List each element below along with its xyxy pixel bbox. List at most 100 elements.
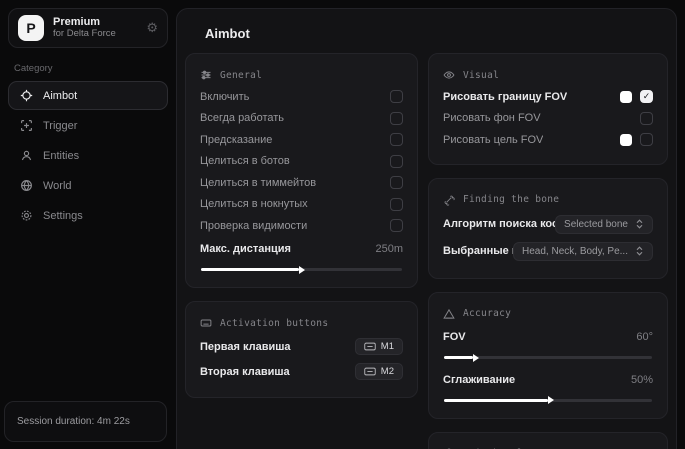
panel-title: Accuracy <box>463 308 511 319</box>
keyboard-icon <box>364 342 376 351</box>
slider-fill[interactable] <box>201 268 299 271</box>
checkbox[interactable] <box>390 198 403 211</box>
up-down-arrows-icon <box>635 219 644 229</box>
first-key-button[interactable]: M1 <box>355 338 403 355</box>
bone-icon <box>443 194 455 206</box>
sidebar-item-label: Entities <box>43 150 79 162</box>
page-title: Aimbot <box>205 26 648 41</box>
panel-bone-header: Finding the bone <box>443 188 653 211</box>
setting-row-target-bots: Целиться в ботов <box>200 151 403 173</box>
setting-row-visibility-check: Проверка видимости <box>200 215 403 237</box>
panel-activation-buttons: Activation buttons Первая клавиша M1 Вто… <box>185 301 418 398</box>
slider-label-row: Макс. дистанция 250m <box>200 239 403 261</box>
globe-icon <box>19 179 33 193</box>
panel-title: Activation buttons <box>220 318 328 329</box>
gear-icon[interactable]: ⚙ <box>146 20 158 36</box>
bone-algorithm-row: Алгоритм поиска кост Selected bone <box>443 211 653 238</box>
panel-accuracy: Accuracy FOV 60° Сглаживание 50% <box>428 292 668 419</box>
panel-finding-bone: Finding the bone Алгоритм поиска кост Se… <box>428 178 668 279</box>
entities-icon <box>19 149 33 163</box>
color-swatch[interactable] <box>620 91 632 103</box>
sidebar-item-entities[interactable]: Entities <box>8 141 168 170</box>
second-key-button[interactable]: M2 <box>355 363 403 380</box>
panel-title: General <box>220 70 262 81</box>
checkbox[interactable] <box>390 112 403 125</box>
smoothing-slider[interactable] <box>444 399 652 402</box>
second-key-row: Вторая клавиша M2 <box>200 359 403 384</box>
checkbox[interactable] <box>390 155 403 168</box>
up-down-arrows-icon <box>635 246 644 256</box>
keyboard-icon <box>200 317 212 329</box>
sidebar-item-trigger[interactable]: Trigger <box>8 111 168 140</box>
slider-fill[interactable] <box>444 399 548 402</box>
setting-row-enable: Включить <box>200 86 403 108</box>
panel-activation-header: Activation buttons <box>200 311 403 334</box>
max-distance-slider[interactable] <box>201 268 402 271</box>
slider-value: 50% <box>631 374 653 386</box>
sidebar-item-label: Aimbot <box>43 90 77 102</box>
eye-icon <box>443 69 455 81</box>
selected-bones-select[interactable]: Head, Neck, Body, Pe... <box>513 242 653 261</box>
sidebar-item-label: Settings <box>43 210 83 222</box>
left-column: General Включить Всегда работать Предска… <box>185 53 418 398</box>
sidebar: P Premium for Delta Force ⚙ Category Aim… <box>0 0 176 449</box>
session-duration: Session duration: 4m 22s <box>17 416 130 427</box>
panel-switch-delay: Switch Delay Задержка переключения Задер… <box>428 432 668 449</box>
session-card: Session duration: 4m 22s <box>4 401 167 442</box>
brand-text: Premium for Delta Force <box>53 16 116 40</box>
panel-switch-delay-header: Switch Delay <box>443 442 653 449</box>
crosshair-icon <box>19 89 33 103</box>
setting-row-target-teammates: Целиться в тиммейтов <box>200 172 403 194</box>
panel-visual: Visual Рисовать границу FOV Рисовать фон… <box>428 53 668 165</box>
panel-title: Visual <box>463 70 499 81</box>
panel-title: Finding the bone <box>463 194 559 205</box>
gear-icon <box>19 209 33 223</box>
checkbox[interactable] <box>390 219 403 232</box>
checkbox[interactable] <box>390 176 403 189</box>
sidebar-item-world[interactable]: World <box>8 171 168 200</box>
checkbox[interactable] <box>390 133 403 146</box>
slider-value: 250m <box>375 243 403 255</box>
slider-value: 60° <box>636 331 653 343</box>
checkbox[interactable] <box>640 90 653 103</box>
brand-logo: P <box>18 15 44 41</box>
sidebar-item-label: World <box>43 180 72 192</box>
setting-row-always-work: Всегда работать <box>200 108 403 130</box>
sidebar-item-settings[interactable]: Settings <box>8 201 168 230</box>
slider-fill[interactable] <box>444 356 473 359</box>
setting-row-prediction: Предсказание <box>200 129 403 151</box>
draw-fov-border-row: Рисовать границу FOV <box>443 86 653 108</box>
sliders-icon <box>200 69 212 81</box>
keyboard-icon <box>364 367 376 376</box>
draw-fov-target-row: Рисовать цель FOV <box>443 129 653 151</box>
panel-accuracy-header: Accuracy <box>443 302 653 325</box>
category-label: Category <box>14 63 162 74</box>
triangle-icon <box>443 308 455 320</box>
bone-algorithm-select[interactable]: Selected bone <box>555 215 653 234</box>
checkbox[interactable] <box>640 133 653 146</box>
panel-general-header: General <box>200 63 403 86</box>
smoothing-slider-block: Сглаживание 50% <box>443 369 653 402</box>
sidebar-nav: Aimbot Trigger Entities World Settings <box>8 81 168 230</box>
max-distance-slider-block: Макс. дистанция 250m <box>200 239 403 272</box>
brand-card: P Premium for Delta Force ⚙ <box>8 8 168 48</box>
panel-general: General Включить Всегда работать Предска… <box>185 53 418 288</box>
fov-slider-block: FOV 60° <box>443 327 653 360</box>
main-panel: Aimbot General Включить Всегда работать <box>176 8 677 449</box>
fov-slider[interactable] <box>444 356 652 359</box>
draw-fov-fill-row: Рисовать фон FOV <box>443 108 653 130</box>
selected-bones-row: Выбранные кос Head, Neck, Body, Pe... <box>443 238 653 265</box>
slider-label-row: FOV 60° <box>443 327 653 349</box>
first-key-row: Первая клавиша M1 <box>200 334 403 359</box>
slider-label-row: Сглаживание 50% <box>443 369 653 391</box>
sidebar-item-aimbot[interactable]: Aimbot <box>8 81 168 110</box>
panel-visual-header: Visual <box>443 63 653 86</box>
trigger-icon <box>19 119 33 133</box>
checkbox[interactable] <box>640 112 653 125</box>
right-column: Visual Рисовать границу FOV Рисовать фон… <box>428 53 668 449</box>
setting-row-target-knocked: Целиться в нокнутых <box>200 194 403 216</box>
color-swatch[interactable] <box>620 134 632 146</box>
brand-subtitle: for Delta Force <box>53 29 116 40</box>
content-columns: General Включить Всегда работать Предска… <box>177 50 676 449</box>
checkbox[interactable] <box>390 90 403 103</box>
